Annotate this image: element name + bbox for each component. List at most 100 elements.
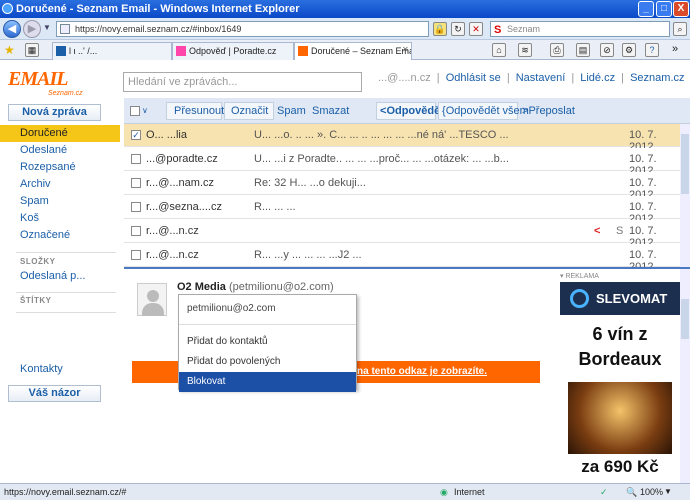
address-toolbar: ◀ ▶ ▼ https://novy.email.seznam.cz/#inbo… bbox=[0, 18, 690, 40]
logo-text: EMAIL bbox=[8, 68, 68, 90]
folder-sent[interactable]: Odeslané bbox=[0, 142, 120, 159]
feeds-icon[interactable]: ≋ bbox=[518, 43, 532, 57]
reply-button[interactable]: <Odpovědět bbox=[380, 102, 444, 120]
row-checkbox[interactable] bbox=[131, 178, 141, 188]
forward-button[interactable]: >Přeposlat bbox=[522, 102, 575, 120]
delete-button[interactable]: Smazat bbox=[312, 102, 349, 120]
folder-trash[interactable]: Koš bbox=[0, 210, 120, 227]
row-checkbox[interactable]: ✓ bbox=[131, 130, 141, 140]
reply-all-button[interactable]: {Odpovědět všem bbox=[442, 102, 529, 120]
tab-2-label: Odpověď | Poradte.cz bbox=[189, 46, 277, 56]
quick-tabs-icon[interactable]: ▦ bbox=[25, 43, 39, 57]
settings-link[interactable]: Nastavení bbox=[516, 72, 566, 84]
status-icon: S bbox=[616, 225, 624, 237]
menu-item-add-contact[interactable]: Přidat do kontaktů bbox=[179, 332, 356, 352]
refresh-icon[interactable]: ↻ bbox=[451, 22, 465, 36]
menu-item-add-allowed[interactable]: Přidat do povolených bbox=[179, 352, 356, 372]
list-scrollbar[interactable] bbox=[680, 124, 690, 267]
contacts-link[interactable]: Kontakty bbox=[0, 361, 120, 378]
back-icon[interactable]: ◀ bbox=[3, 20, 21, 38]
lock-icon[interactable]: 🔒 bbox=[433, 22, 447, 36]
folder-drafts[interactable]: Rozepsané bbox=[0, 159, 120, 176]
message-search-input[interactable]: Hledání ve zprávách... bbox=[123, 72, 362, 92]
table-row[interactable]: ✓ O... ...lia U... ...o. .. ... ». C... … bbox=[124, 124, 680, 153]
table-row[interactable]: r...@...nam.cz Re: 32 H... ...o dekuji..… bbox=[124, 172, 680, 201]
browser-search-field[interactable]: S Seznam bbox=[490, 21, 670, 37]
page-menu-icon[interactable]: ▤ bbox=[576, 43, 590, 57]
history-dropdown-icon[interactable]: ▼ bbox=[43, 23, 51, 32]
move-button[interactable]: Přesunout bbox=[174, 102, 224, 120]
tab-favicon-icon bbox=[298, 46, 308, 56]
stop-icon[interactable]: ✕ bbox=[469, 22, 483, 36]
preview-scrollbar[interactable] bbox=[680, 269, 690, 483]
scroll-thumb[interactable] bbox=[681, 299, 689, 339]
email-logo[interactable]: EMAIL Seznam.cz bbox=[8, 68, 88, 97]
seznam-link[interactable]: Seznam.cz bbox=[630, 72, 684, 84]
zoom-level[interactable]: 100% bbox=[640, 484, 663, 500]
zoom-dropdown-icon[interactable]: ▼ bbox=[664, 484, 672, 500]
maximize-button[interactable]: □ bbox=[656, 1, 672, 17]
avatar-head bbox=[147, 290, 159, 302]
status-url: https://novy.email.seznam.cz/# bbox=[4, 487, 127, 497]
select-all-checkbox[interactable] bbox=[130, 106, 140, 116]
row-date: 10. 7. 2012 bbox=[629, 249, 657, 267]
forward-label: Přeposlat bbox=[528, 105, 575, 117]
lide-link[interactable]: Lidé.cz bbox=[580, 72, 615, 84]
table-row[interactable]: r...@...n.cz R... ...y ... ... ... ...J2… bbox=[124, 244, 680, 267]
folder-inbox[interactable]: Doručené bbox=[0, 125, 120, 142]
folder-spam[interactable]: Spam bbox=[0, 193, 120, 210]
menu-header-email: petmilionu@o2.com bbox=[187, 303, 276, 314]
email-app: EMAIL Seznam.cz Hledání ve zprávách... .… bbox=[0, 60, 690, 483]
sender-email: (petmilionu@o2.com) bbox=[228, 281, 334, 293]
tools-gear-icon[interactable]: ⚙ bbox=[622, 43, 636, 57]
new-message-button[interactable]: Nová zpráva bbox=[8, 104, 101, 121]
row-subject: U... ...o. .. ... ». C... ... .. ... ...… bbox=[254, 129, 509, 141]
reply-label: Odpovědět bbox=[386, 105, 444, 117]
spam-button[interactable]: Spam bbox=[277, 102, 306, 120]
menu-item-block[interactable]: Blokovat bbox=[179, 372, 356, 392]
print-icon[interactable]: ⎙ bbox=[550, 43, 564, 57]
help-icon[interactable]: ? bbox=[645, 43, 659, 57]
sender-line[interactable]: O2 Media (petmilionu@o2.com) bbox=[177, 281, 334, 293]
row-subject: Re: 32 H... ...o dekuji... bbox=[254, 177, 366, 189]
table-row[interactable]: ...@poradte.cz U... ...i z Poradte.. ...… bbox=[124, 148, 680, 177]
tab-3[interactable]: Doručené – Seznam Email bbox=[294, 42, 412, 60]
mark-button[interactable]: Označit bbox=[231, 102, 268, 120]
row-from: r...@...n.cz bbox=[146, 225, 199, 237]
table-row[interactable]: r...@...n.cz < S 10. 7. 2012 bbox=[124, 220, 680, 249]
folder-custom[interactable]: Odeslaná p... bbox=[0, 268, 120, 285]
forward-icon[interactable]: ▶ bbox=[23, 20, 41, 38]
url-field[interactable]: https://novy.email.seznam.cz/#inbox/1649 bbox=[56, 21, 429, 37]
select-dropdown-icon[interactable]: ∨ bbox=[142, 106, 148, 115]
safety-menu-icon[interactable]: ⊘ bbox=[600, 43, 614, 57]
protected-mode-icon: ✓ bbox=[600, 487, 608, 497]
row-checkbox[interactable] bbox=[131, 226, 141, 236]
table-row[interactable]: r...@sezna....cz R... ... ... 10. 7. 201… bbox=[124, 196, 680, 225]
scroll-thumb[interactable] bbox=[681, 134, 689, 194]
row-checkbox[interactable] bbox=[131, 202, 141, 212]
tab-3-label: Doručené – Seznam Email bbox=[311, 46, 412, 56]
security-zone: Internet bbox=[454, 487, 485, 497]
avatar-body bbox=[142, 303, 164, 316]
ad-brand-bar: SLEVOMAT bbox=[560, 282, 680, 315]
home-icon[interactable]: ⌂ bbox=[492, 43, 506, 57]
favorites-star-icon[interactable]: ★ bbox=[4, 43, 15, 57]
row-checkbox[interactable] bbox=[131, 250, 141, 260]
close-button[interactable]: X bbox=[673, 1, 689, 17]
feedback-button[interactable]: Váš názor bbox=[8, 385, 101, 402]
ad-banner[interactable]: SLEVOMAT 6 vín z Bordeaux za 690 Kč bbox=[560, 282, 680, 483]
row-checkbox[interactable] bbox=[131, 154, 141, 164]
folder-archive[interactable]: Archiv bbox=[0, 176, 120, 193]
minimize-button[interactable]: _ bbox=[638, 1, 654, 17]
search-icon[interactable]: ⌕ bbox=[673, 22, 687, 36]
logout-link[interactable]: Odhlásit se bbox=[446, 72, 501, 84]
tab-1[interactable]: l ι ..' /... bbox=[52, 42, 172, 60]
tab-bar: ★ ▦ l ι ..' /... Odpověď | Poradte.cz Do… bbox=[0, 40, 690, 60]
ad-brand: SLEVOMAT bbox=[596, 291, 668, 306]
zoom-icon[interactable]: 🔍 bbox=[626, 484, 637, 500]
tab-close-icon[interactable]: ✕ bbox=[402, 45, 409, 54]
tab-2[interactable]: Odpověď | Poradte.cz bbox=[172, 42, 294, 60]
more-icon[interactable]: » bbox=[672, 43, 678, 55]
folder-flagged[interactable]: Označené bbox=[0, 227, 120, 244]
ad-line-1: 6 vín z bbox=[592, 324, 648, 344]
